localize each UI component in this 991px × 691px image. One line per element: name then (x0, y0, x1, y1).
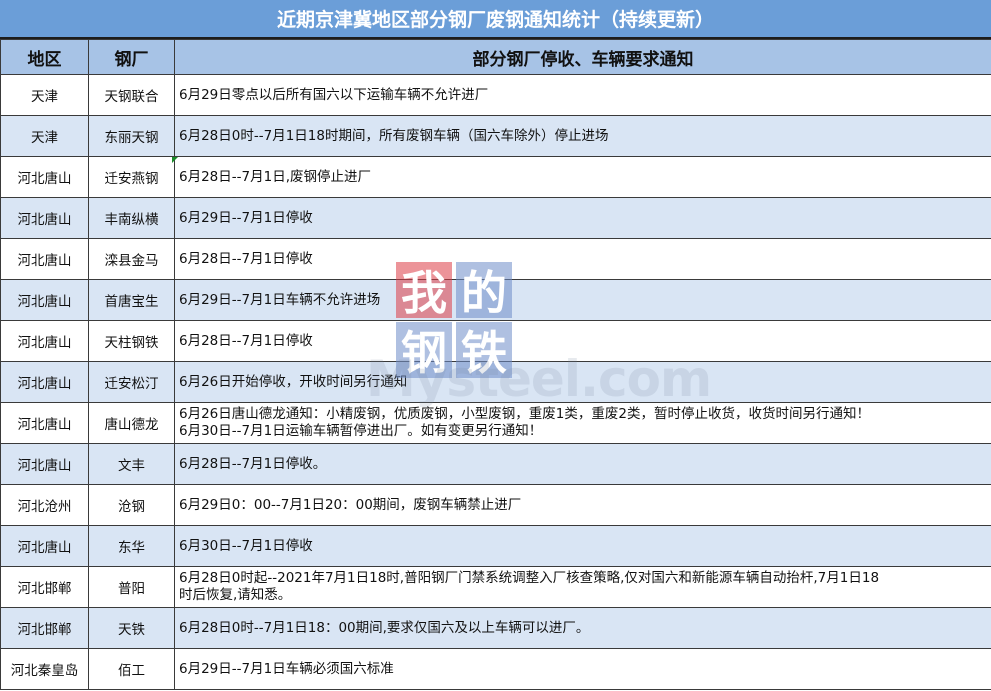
notice-cell: 6月28日0时--7月1日18时期间，所有废钢车辆（国六车除外）停止进场 (174, 115, 991, 157)
table-row: 河北唐山 天柱钢铁 6月28日--7月1日停收 (0, 320, 991, 362)
notice-cell: 6月29日0：00--7月1日20：00期间，废钢车辆禁止进厂 (174, 484, 991, 526)
notice-line: 6月28日0时起--2021年7月1日18时,普阳钢厂门禁系统调整入厂核查策略,… (179, 570, 880, 586)
region-cell: 河北唐山 (0, 525, 89, 567)
region-cell: 河北唐山 (0, 361, 89, 403)
notice-cell: 6月29日零点以后所有国六以下运输车辆不允许进厂 (174, 74, 991, 116)
mill-cell: 迁安燕钢 (88, 156, 175, 198)
header-mill: 钢厂 (88, 39, 175, 75)
mill-cell: 沧钢 (88, 484, 175, 526)
notice-cell: 6月29日--7月1日车辆不允许进场 (174, 279, 991, 321)
notice-cell: 6月28日0时--7月1日18：00期间,要求仅国六及以上车辆可以进厂。 (174, 607, 991, 649)
mill-cell: 丰南纵横 (88, 197, 175, 239)
notice-line: 6月29日零点以后所有国六以下运输车辆不允许进厂 (179, 86, 489, 103)
region-cell: 河北唐山 (0, 279, 89, 321)
scrap-notice-table: 地区 钢厂 部分钢厂停收、车辆要求通知 天津 天钢联合 6月29日零点以后所有国六以… (0, 39, 991, 690)
mill-cell: 唐山德龙 (88, 402, 175, 444)
table-row: 河北邯郸 普阳 6月28日0时起--2021年7月1日18时,普阳钢厂门禁系统调整入… (0, 566, 991, 608)
notice-cell: 6月28日--7月1日停收。 (174, 443, 991, 485)
region-cell: 河北唐山 (0, 443, 89, 485)
region-cell: 河北唐山 (0, 320, 89, 362)
region-cell: 天津 (0, 74, 89, 116)
notice-cell: 6月28日--7月1日停收 (174, 238, 991, 280)
mill-cell: 天柱钢铁 (88, 320, 175, 362)
region-cell: 河北邯郸 (0, 566, 89, 608)
mill-cell: 东华 (88, 525, 175, 567)
table-title: 近期京津冀地区部分钢厂废钢通知统计（持续更新） (0, 0, 991, 39)
header-row: 地区 钢厂 部分钢厂停收、车辆要求通知 (0, 39, 991, 75)
notice-line: 6月29日--7月1日车辆不允许进场 (179, 291, 381, 308)
mill-cell: 天钢联合 (88, 74, 175, 116)
notice-cell: 6月26日开始停收，开收时间另行通知 (174, 361, 991, 403)
notice-line: 6月28日--7月1日停收 (179, 250, 313, 267)
notice-cell: 6月30日--7月1日停收 (174, 525, 991, 567)
notice-line: 6月26日开始停收，开收时间另行通知 (179, 373, 408, 390)
notice-cell: 6月28日0时起--2021年7月1日18时,普阳钢厂门禁系统调整入厂核查策略,… (174, 566, 991, 608)
region-cell: 天津 (0, 115, 89, 157)
mill-cell: 普阳 (88, 566, 175, 608)
notice-line: 6月28日--7月1日,废钢停止进厂 (179, 168, 371, 185)
table-row: 河北秦皇岛 佰工 6月29日--7月1日车辆必须国六标准 (0, 648, 991, 690)
mill-cell: 佰工 (88, 648, 175, 690)
notice-cell: 6月28日--7月1日停收 (174, 320, 991, 362)
table-body: 天津 天钢联合 6月29日零点以后所有国六以下运输车辆不允许进厂 天津 东丽天钢 6月28… (0, 74, 991, 690)
table-row: 天津 天钢联合 6月29日零点以后所有国六以下运输车辆不允许进厂 (0, 74, 991, 116)
notice-line: 6月29日--7月1日车辆必须国六标准 (179, 660, 394, 677)
mill-cell: 东丽天钢 (88, 115, 175, 157)
notice-line: 6月29日--7月1日停收 (179, 209, 313, 226)
header-notice: 部分钢厂停收、车辆要求通知 (174, 39, 991, 75)
region-cell: 河北秦皇岛 (0, 648, 89, 690)
table-row: 河北唐山 滦县金马 6月28日--7月1日停收 (0, 238, 991, 280)
table-row: 河北沧州 沧钢 6月29日0：00--7月1日20：00期间，废钢车辆禁止进厂 (0, 484, 991, 526)
mill-cell: 滦县金马 (88, 238, 175, 280)
table-row: 河北唐山 唐山德龙 6月26日唐山德龙通知：小精废钢，优质废钢，小型废钢，重废1类，… (0, 402, 991, 444)
region-cell: 河北唐山 (0, 197, 89, 239)
region-cell: 河北唐山 (0, 238, 89, 280)
region-cell: 河北唐山 (0, 156, 89, 198)
table-row: 河北唐山 文丰 6月28日--7月1日停收。 (0, 443, 991, 485)
notice-line: 6月28日--7月1日停收。 (179, 455, 327, 472)
mill-cell: 迁安松汀 (88, 361, 175, 403)
notice-line: 6月28日0时--7月1日18：00期间,要求仅国六及以上车辆可以进厂。 (179, 619, 590, 636)
table-row: 天津 东丽天钢 6月28日0时--7月1日18时期间，所有废钢车辆（国六车除外）停止… (0, 115, 991, 157)
notice-line: 6月28日0时--7月1日18时期间，所有废钢车辆（国六车除外）停止进场 (179, 127, 609, 144)
notice-cell: 6月26日唐山德龙通知：小精废钢，优质废钢，小型废钢，重废1类，重废2类，暂时停… (174, 402, 991, 444)
notice-line: 时后恢复,请知悉。 (179, 587, 292, 603)
header-region: 地区 (0, 39, 89, 75)
mill-cell: 文丰 (88, 443, 175, 485)
table-row: 河北唐山 首唐宝生 6月29日--7月1日车辆不允许进场 (0, 279, 991, 321)
region-cell: 河北唐山 (0, 402, 89, 444)
table-row: 河北邯郸 天铁 6月28日0时--7月1日18：00期间,要求仅国六及以上车辆可以进… (0, 607, 991, 649)
notice-line: 6月30日--7月1日运输车辆暂停进出厂。如有变更另行通知！ (179, 423, 543, 439)
notice-line: 6月29日0：00--7月1日20：00期间，废钢车辆禁止进厂 (179, 496, 522, 513)
notice-cell: 6月29日--7月1日停收 (174, 197, 991, 239)
table-row: 河北唐山 迁安燕钢 6月28日--7月1日,废钢停止进厂 (0, 156, 991, 198)
notice-line: 6月28日--7月1日停收 (179, 332, 313, 349)
table-row: 河北唐山 迁安松汀 6月26日开始停收，开收时间另行通知 (0, 361, 991, 403)
notice-line: 6月30日--7月1日停收 (179, 537, 313, 554)
cell-comment-marker (172, 157, 178, 163)
notice-cell: 6月28日--7月1日,废钢停止进厂 (174, 156, 991, 198)
region-cell: 河北沧州 (0, 484, 89, 526)
region-cell: 河北邯郸 (0, 607, 89, 649)
table-row: 河北唐山 丰南纵横 6月29日--7月1日停收 (0, 197, 991, 239)
mill-cell: 天铁 (88, 607, 175, 649)
notice-cell: 6月29日--7月1日车辆必须国六标准 (174, 648, 991, 690)
mill-cell: 首唐宝生 (88, 279, 175, 321)
notice-line: 6月26日唐山德龙通知：小精废钢，优质废钢，小型废钢，重废1类，重废2类，暂时停… (179, 406, 870, 422)
table-row: 河北唐山 东华 6月30日--7月1日停收 (0, 525, 991, 567)
